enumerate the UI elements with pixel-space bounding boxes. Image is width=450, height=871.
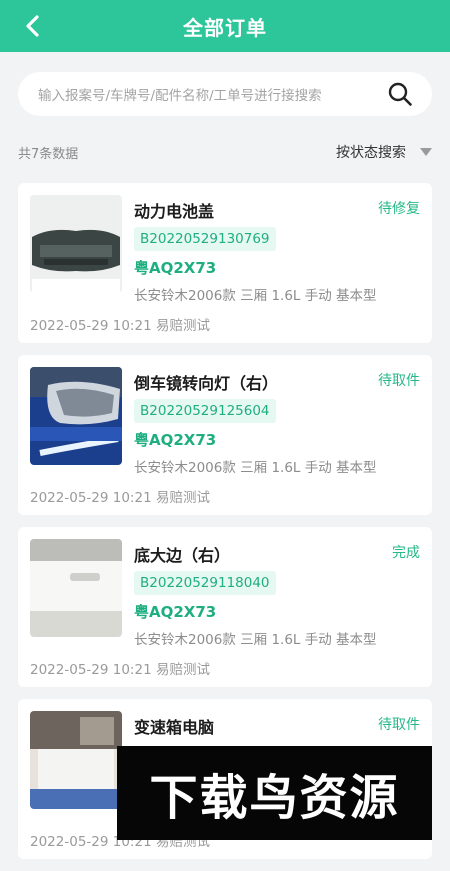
order-user: 易赔测试 [155,490,210,506]
vehicle-model: 长安铃木2006款 三厢 1.6L 手动 基本型 [134,632,377,648]
status-badge: 完成 [392,545,420,561]
order-card[interactable]: 底大边（右） 完成 B20220529118040 粤AQ2X73 长安铃木20… [18,527,432,687]
order-code: B20220529130769 [134,227,276,251]
result-count: 共7条数据 [18,146,79,162]
list-meta: 共7条数据 按状态搜索 [18,140,432,164]
status-badge: 待修复 [378,201,420,217]
part-thumbnail [30,539,122,637]
status-filter[interactable]: 按状态搜索 [336,142,432,162]
order-title: 底大边（右） [134,546,231,565]
status-filter-label: 按状态搜索 [336,145,406,161]
order-time: 2022-05-29 10:21 [30,318,152,334]
order-time: 2022-05-29 10:21 [30,490,152,506]
order-card[interactable]: 动力电池盖 待修复 B20220529130769 粤AQ2X73 长安铃木20… [18,183,432,343]
page-title: 全部订单 [183,15,267,40]
order-card[interactable]: 倒车镜转向灯（右） 待取件 B20220529125604 粤AQ2X73 长安… [18,355,432,515]
order-code: B20220529118040 [134,571,276,595]
order-footer: 2022-05-29 10:21 易赔测试 [30,486,210,506]
part-thumbnail [30,195,122,293]
app-header: 全部订单 [0,0,450,52]
order-time: 2022-05-29 10:21 [30,662,152,678]
part-thumbnail [30,367,122,465]
watermark-banner: 下载鸟资源 [117,746,432,840]
order-title: 倒车镜转向灯（右） [134,374,279,393]
order-code: B20220529125604 [134,399,276,423]
chevron-left-icon [26,15,39,37]
vehicle-model: 长安铃木2006款 三厢 1.6L 手动 基本型 [134,288,377,304]
plate-number: 粤AQ2X73 [134,431,217,449]
search-button[interactable] [378,72,422,116]
order-footer: 2022-05-29 10:21 易赔测试 [30,314,210,334]
part-thumbnail [30,711,122,809]
order-title: 动力电池盖 [134,202,215,221]
plate-number: 粤AQ2X73 [134,603,217,621]
vehicle-model: 长安铃木2006款 三厢 1.6L 手动 基本型 [134,460,377,476]
status-badge: 待取件 [378,717,420,733]
caret-down-icon [420,148,432,156]
order-title: 变速箱电脑 [134,718,215,737]
search-icon [388,82,412,106]
order-footer: 2022-05-29 10:21 易赔测试 [30,658,210,678]
search-bar[interactable]: 输入报案号/车牌号/配件名称/工单号进行接搜索 [18,72,432,116]
order-user: 易赔测试 [155,318,210,334]
search-input[interactable]: 输入报案号/车牌号/配件名称/工单号进行接搜索 [38,84,378,104]
order-user: 易赔测试 [155,662,210,678]
plate-number: 粤AQ2X73 [134,259,217,277]
status-badge: 待取件 [378,373,420,389]
back-button[interactable] [18,12,48,40]
